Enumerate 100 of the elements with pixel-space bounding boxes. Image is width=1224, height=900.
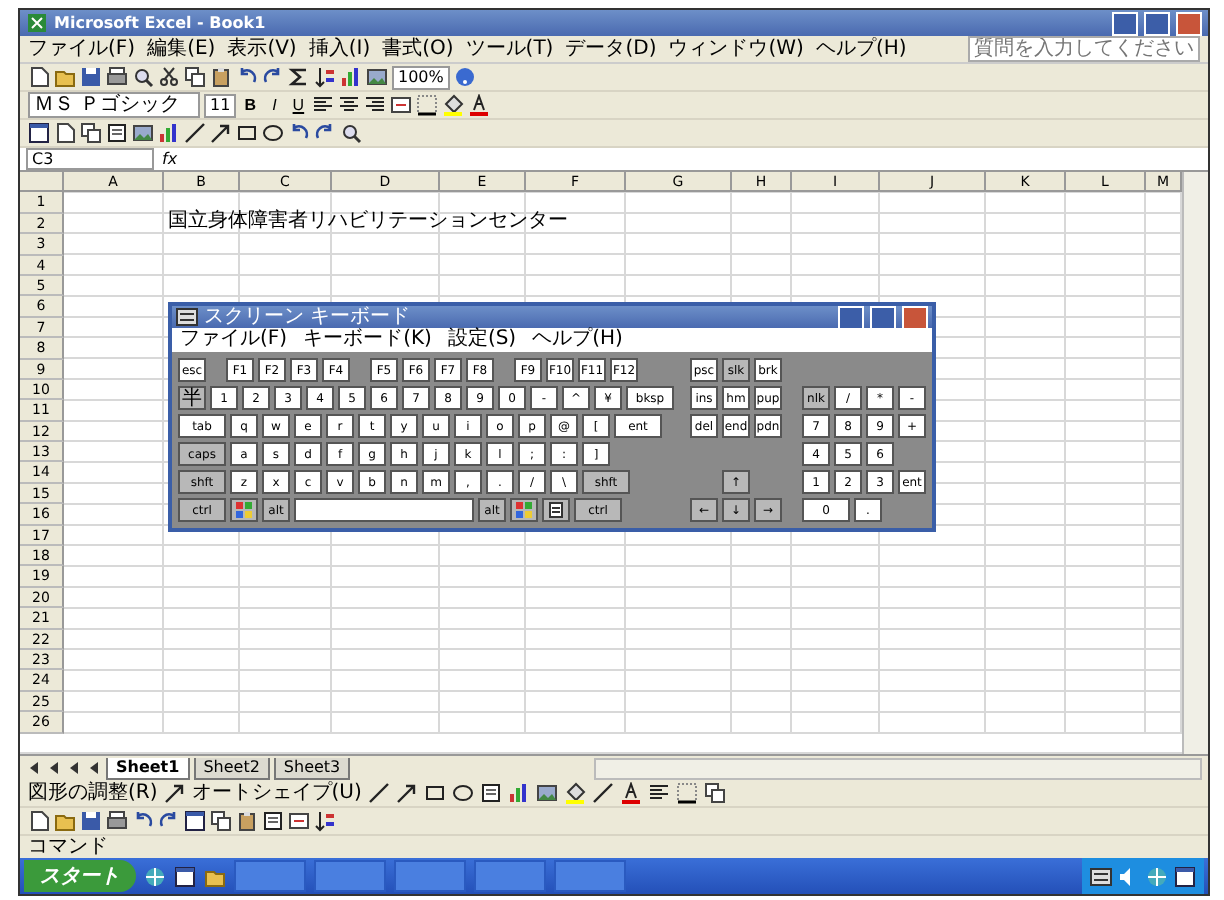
merge-icon[interactable] <box>288 810 310 832</box>
font-dropdown[interactable]: ＭＳ Ｐゴシック <box>28 92 200 118</box>
sheet-tab[interactable]: Sheet1 <box>106 757 190 779</box>
sigma-icon[interactable] <box>288 66 310 88</box>
start-button[interactable]: スタート <box>24 860 136 892</box>
magnifier-icon[interactable] <box>132 66 154 88</box>
line-icon[interactable] <box>591 782 614 804</box>
menu-item[interactable]: 設定(S) <box>447 328 517 352</box>
undo-icon[interactable] <box>288 122 310 144</box>
sheet-tab[interactable]: Sheet3 <box>273 757 351 779</box>
chart-icon[interactable] <box>507 782 530 804</box>
arrow-icon[interactable] <box>163 782 186 804</box>
merge-icon[interactable] <box>390 94 413 116</box>
align-right-icon[interactable] <box>364 94 387 116</box>
close-button[interactable] <box>1176 11 1202 35</box>
bold-button[interactable]: B <box>240 95 261 115</box>
minimize-button[interactable] <box>838 305 864 329</box>
rectangle-icon[interactable] <box>236 122 258 144</box>
vertical-scrollbar[interactable] <box>1182 172 1208 754</box>
help-icon[interactable] <box>453 66 476 88</box>
redo-icon[interactable] <box>314 122 336 144</box>
menu-item[interactable]: ファイル(F) <box>28 37 136 61</box>
folder-icon[interactable] <box>54 810 76 832</box>
undo-icon[interactable] <box>132 810 154 832</box>
paint-bucket-icon[interactable] <box>563 782 586 804</box>
chart-icon[interactable] <box>340 66 362 88</box>
oval-icon[interactable] <box>262 122 284 144</box>
copy-icon[interactable] <box>703 782 726 804</box>
paint-bucket-icon[interactable] <box>442 94 465 116</box>
keyboard-key[interactable]: 半 <box>178 386 206 410</box>
maximize-button[interactable] <box>1144 11 1170 35</box>
font-color-icon[interactable] <box>468 94 491 116</box>
sheet-tab[interactable]: Sheet2 <box>193 757 270 779</box>
text-box-icon[interactable] <box>262 810 284 832</box>
menu-item[interactable]: データ(D) <box>565 37 657 61</box>
document-icon[interactable] <box>54 122 76 144</box>
printer-icon[interactable] <box>106 810 128 832</box>
rectangle-icon[interactable] <box>423 782 446 804</box>
undo-icon[interactable] <box>236 66 258 88</box>
align-left-icon[interactable] <box>312 94 335 116</box>
sort-icon[interactable] <box>314 66 336 88</box>
align-left-icon[interactable] <box>647 782 670 804</box>
menu-item[interactable]: ファイル(F) <box>180 328 288 352</box>
menu-item[interactable]: ウィンドウ(W) <box>668 37 804 61</box>
chart-icon[interactable] <box>158 122 180 144</box>
window-icon[interactable] <box>1174 865 1196 887</box>
oval-icon[interactable] <box>451 782 474 804</box>
menu-item[interactable]: 挿入(I) <box>308 37 371 61</box>
sort-icon[interactable] <box>314 810 336 832</box>
name-box[interactable]: C3 <box>26 148 154 170</box>
line-icon[interactable] <box>367 782 390 804</box>
windows-key[interactable] <box>510 498 538 522</box>
horizontal-scrollbar[interactable] <box>594 757 1202 779</box>
menu-item[interactable]: キーボード(K) <box>303 328 432 352</box>
underline-button[interactable]: U <box>288 95 309 115</box>
windows-key[interactable] <box>230 498 258 522</box>
printer-icon[interactable] <box>106 66 128 88</box>
folder-icon[interactable] <box>54 66 76 88</box>
image-icon[interactable] <box>366 66 388 88</box>
magnifier-icon[interactable] <box>340 122 362 144</box>
line-icon[interactable] <box>184 122 206 144</box>
keyboard-icon[interactable] <box>1090 865 1112 887</box>
text-box-icon[interactable] <box>479 782 502 804</box>
autoshape-menu[interactable]: オートシェイプ(U) <box>191 781 362 805</box>
globe-icon[interactable] <box>144 865 166 887</box>
clipboard-icon[interactable] <box>210 66 232 88</box>
text-box-icon[interactable] <box>106 122 128 144</box>
image-icon[interactable] <box>132 122 154 144</box>
menu-item[interactable]: 書式(O) <box>382 37 454 61</box>
arrow-icon[interactable] <box>395 782 418 804</box>
zoom-dropdown[interactable]: 100% <box>392 65 450 89</box>
border-icon[interactable] <box>416 94 439 116</box>
menu-item[interactable]: ツール(T) <box>465 37 554 61</box>
menu-item[interactable]: 表示(V) <box>227 37 297 61</box>
window-icon[interactable] <box>184 810 206 832</box>
redo-icon[interactable] <box>262 66 284 88</box>
space-key[interactable] <box>294 498 474 522</box>
copy-icon[interactable] <box>184 66 206 88</box>
minimize-button[interactable] <box>1112 11 1138 35</box>
draw-menu[interactable]: 図形の調整(R) <box>28 781 158 805</box>
italic-button[interactable]: I <box>264 95 285 115</box>
document-icon[interactable] <box>28 66 50 88</box>
maximize-button[interactable] <box>870 305 896 329</box>
window-icon[interactable] <box>28 122 50 144</box>
folder-icon[interactable] <box>204 865 226 887</box>
copy-icon[interactable] <box>210 810 232 832</box>
close-button[interactable] <box>902 305 928 329</box>
menu-item[interactable]: ヘルプ(H) <box>532 328 623 352</box>
align-center-icon[interactable] <box>338 94 361 116</box>
redo-icon[interactable] <box>158 810 180 832</box>
function-label[interactable]: fx <box>162 150 178 168</box>
window-icon[interactable] <box>174 865 196 887</box>
menu-item[interactable]: 編集(E) <box>147 37 216 61</box>
document-icon[interactable] <box>28 810 50 832</box>
font-size-dropdown[interactable]: 11 <box>204 93 237 117</box>
scissors-icon[interactable] <box>158 66 180 88</box>
menu-key[interactable] <box>542 498 570 522</box>
font-color-icon[interactable] <box>619 782 642 804</box>
image-icon[interactable] <box>535 782 558 804</box>
border-icon[interactable] <box>675 782 698 804</box>
